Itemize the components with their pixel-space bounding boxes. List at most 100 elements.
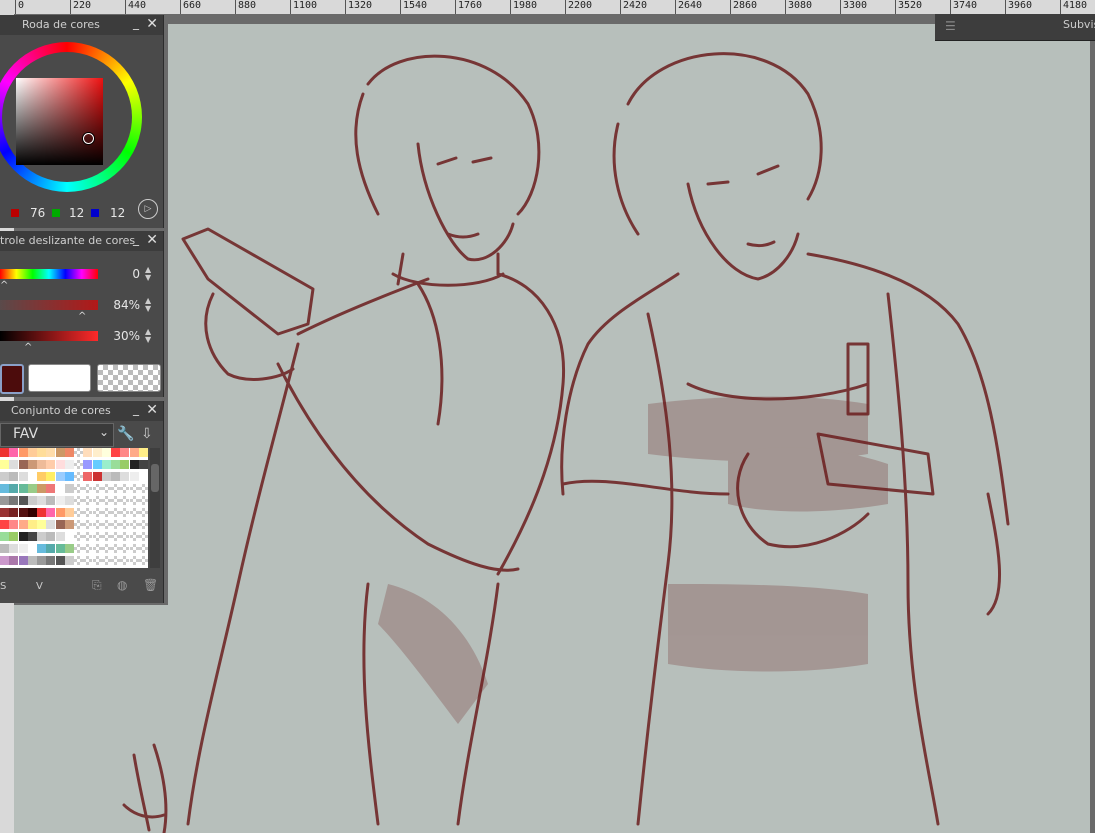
- palette-swatch[interactable]: [83, 448, 93, 457]
- palette-swatch[interactable]: [46, 484, 56, 493]
- replace-color-icon[interactable]: ⎘: [92, 578, 102, 593]
- palette-swatch[interactable]: [0, 496, 9, 505]
- palette-swatch[interactable]: [101, 544, 111, 553]
- palette-swatch[interactable]: [129, 520, 139, 529]
- palette-swatch[interactable]: [74, 496, 83, 505]
- palette-scrollbar[interactable]: [150, 448, 160, 568]
- v-icon[interactable]: V: [36, 581, 43, 592]
- color-wheel-panel-titlebar[interactable]: Roda de cores _ ✕: [0, 15, 163, 35]
- palette-swatch[interactable]: [9, 520, 19, 529]
- palette-swatch[interactable]: [18, 448, 28, 457]
- palette-swatch[interactable]: [18, 484, 28, 493]
- palette-swatch[interactable]: [138, 544, 148, 553]
- palette-swatch[interactable]: [0, 520, 9, 529]
- palette-swatch[interactable]: [92, 532, 102, 541]
- palette-swatch[interactable]: [27, 496, 37, 505]
- palette-swatch[interactable]: [129, 460, 139, 469]
- palette-swatch[interactable]: [27, 484, 37, 493]
- palette-swatch[interactable]: [101, 496, 111, 505]
- palette-swatch[interactable]: [120, 556, 130, 565]
- palette-swatch[interactable]: [120, 460, 130, 469]
- menu-icon[interactable]: ☰: [945, 19, 956, 33]
- palette-swatch[interactable]: [37, 460, 46, 469]
- palette-swatch[interactable]: [74, 544, 83, 553]
- hue-caret-icon[interactable]: ^: [0, 280, 8, 291]
- palette-swatch[interactable]: [55, 556, 65, 565]
- palette-swatch[interactable]: [46, 496, 56, 505]
- palette-swatch[interactable]: [129, 448, 139, 457]
- color-picker-cursor[interactable]: [83, 133, 94, 144]
- palette-swatch[interactable]: [74, 556, 83, 565]
- palette-swatch[interactable]: [9, 508, 19, 517]
- close-icon[interactable]: ✕: [146, 16, 158, 32]
- minimize-icon[interactable]: _: [133, 402, 139, 416]
- palette-swatch[interactable]: [55, 472, 65, 481]
- palette-swatch[interactable]: [46, 520, 56, 529]
- palette-swatch[interactable]: [37, 508, 46, 517]
- palette-swatch[interactable]: [27, 520, 37, 529]
- palette-swatch[interactable]: [18, 472, 28, 481]
- palette-swatch[interactable]: [55, 520, 65, 529]
- palette-swatch[interactable]: [83, 532, 93, 541]
- palette-swatch[interactable]: [101, 520, 111, 529]
- palette-swatch[interactable]: [129, 508, 139, 517]
- palette-swatch[interactable]: [46, 460, 56, 469]
- palette-swatch[interactable]: [37, 472, 46, 481]
- palette-swatch[interactable]: [18, 460, 28, 469]
- palette-swatch[interactable]: [55, 484, 65, 493]
- palette-swatch[interactable]: [18, 496, 28, 505]
- palette-swatch[interactable]: [27, 544, 37, 553]
- palette-swatch[interactable]: [92, 448, 102, 457]
- palette-swatch[interactable]: [83, 520, 93, 529]
- palette-swatch[interactable]: [9, 532, 19, 541]
- sub-color-swatch[interactable]: [28, 364, 91, 392]
- scrollbar-thumb[interactable]: [151, 464, 159, 492]
- switch-mode-icon[interactable]: ▷: [138, 199, 158, 219]
- palette-swatch[interactable]: [120, 496, 130, 505]
- palette-swatch[interactable]: [111, 532, 120, 541]
- palette-swatch[interactable]: [92, 484, 102, 493]
- palette-swatch[interactable]: [111, 556, 120, 565]
- blue-value[interactable]: 12: [110, 206, 125, 220]
- palette-swatch[interactable]: [37, 448, 46, 457]
- palette-swatch[interactable]: [83, 472, 93, 481]
- palette-swatch[interactable]: [46, 472, 56, 481]
- brightness-slider[interactable]: [0, 331, 98, 341]
- palette-swatch[interactable]: [92, 496, 102, 505]
- palette-swatch[interactable]: [120, 532, 130, 541]
- palette-swatch[interactable]: [9, 460, 19, 469]
- palette-swatch[interactable]: [138, 496, 148, 505]
- color-palette-grid[interactable]: [0, 448, 148, 568]
- palette-swatch[interactable]: [111, 460, 120, 469]
- palette-swatch[interactable]: [18, 544, 28, 553]
- palette-swatch[interactable]: [74, 460, 83, 469]
- palette-swatch[interactable]: [74, 448, 83, 457]
- palette-swatch[interactable]: [9, 544, 19, 553]
- palette-swatch[interactable]: [27, 460, 37, 469]
- palette-swatch[interactable]: [46, 448, 56, 457]
- palette-swatch[interactable]: [92, 472, 102, 481]
- minimize-icon[interactable]: _: [133, 232, 139, 246]
- palette-swatch[interactable]: [111, 508, 120, 517]
- palette-swatch[interactable]: [101, 448, 111, 457]
- palette-swatch[interactable]: [9, 484, 19, 493]
- brightness-value[interactable]: 30%: [100, 329, 140, 343]
- palette-swatch[interactable]: [129, 496, 139, 505]
- hue-slider[interactable]: [0, 269, 98, 279]
- palette-swatch[interactable]: [92, 544, 102, 553]
- palette-swatch[interactable]: [46, 508, 56, 517]
- minimize-icon[interactable]: _: [133, 16, 139, 30]
- palette-swatch[interactable]: [55, 496, 65, 505]
- palette-swatch[interactable]: [138, 520, 148, 529]
- palette-swatch[interactable]: [27, 448, 37, 457]
- palette-swatch[interactable]: [18, 520, 28, 529]
- palette-swatch[interactable]: [46, 544, 56, 553]
- palette-swatch[interactable]: [83, 484, 93, 493]
- palette-swatch[interactable]: [64, 520, 74, 529]
- palette-swatch[interactable]: [37, 532, 46, 541]
- brightness-spin-icon[interactable]: ▲ ▼: [145, 328, 151, 344]
- palette-swatch[interactable]: [46, 532, 56, 541]
- palette-swatch[interactable]: [64, 508, 74, 517]
- palette-swatch[interactable]: [138, 472, 148, 481]
- palette-swatch[interactable]: [55, 544, 65, 553]
